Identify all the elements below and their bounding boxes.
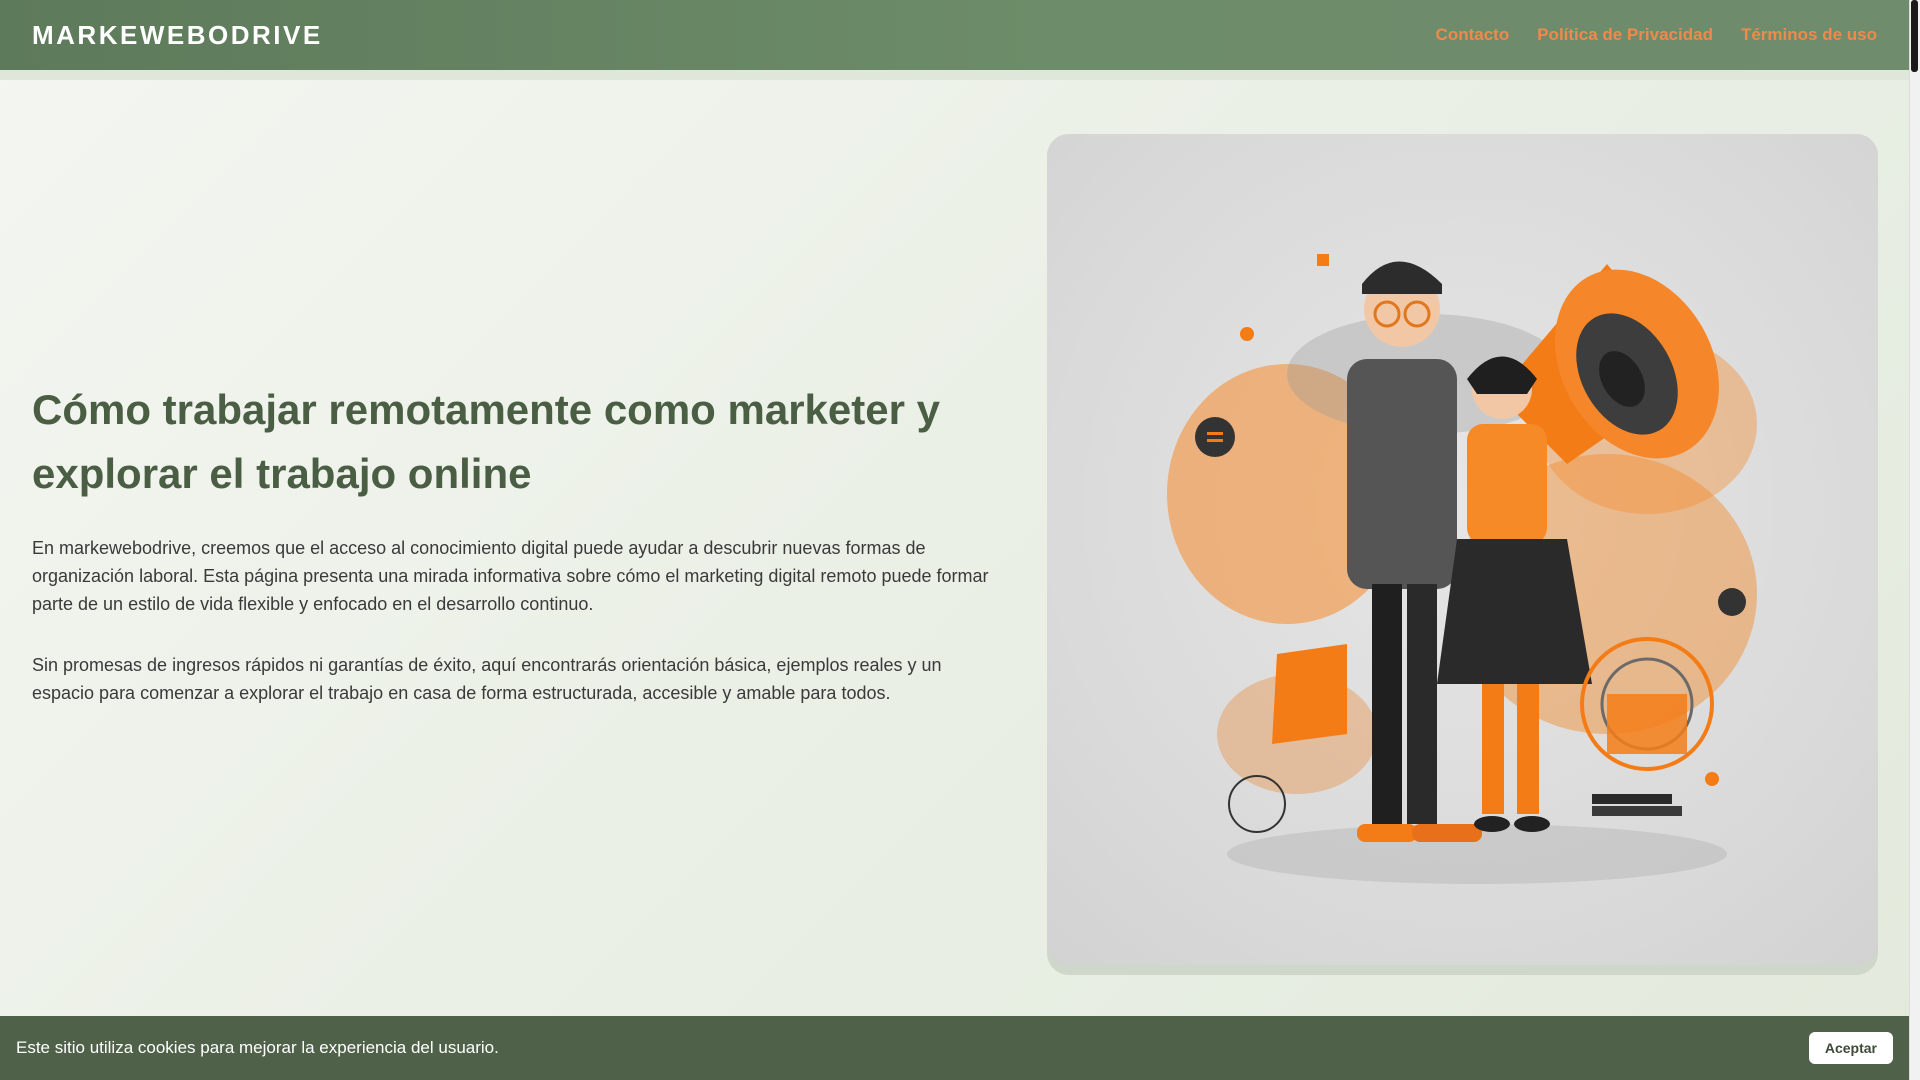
brand-logo-text[interactable]: MARKEWEBODRIVE bbox=[32, 20, 323, 51]
hero-paragraph-2: Sin promesas de ingresos rápidos ni gara… bbox=[32, 655, 942, 703]
header-divider bbox=[0, 70, 1909, 80]
page-scrollbar[interactable] bbox=[1909, 0, 1920, 1080]
hero-paragraph-1: En markewebodrive, creemos que el acceso… bbox=[32, 538, 989, 614]
hero-title: Cómo trabajar remotamente como marketer … bbox=[32, 386, 940, 497]
cookie-message: Este sitio utiliza cookies para mejorar … bbox=[16, 1038, 499, 1057]
main-nav: Contacto Política de Privacidad Términos… bbox=[1436, 25, 1877, 45]
hero-text: Cómo trabajar remotamente como marketer … bbox=[32, 378, 992, 707]
hero-illustration bbox=[1047, 134, 1878, 965]
hero-image-card bbox=[1047, 134, 1878, 975]
marketers-megaphone-illustration bbox=[1167, 254, 1757, 884]
nav-link-privacidad[interactable]: Política de Privacidad bbox=[1537, 25, 1713, 45]
page: MARKEWEBODRIVE Contacto Política de Priv… bbox=[0, 0, 1909, 1080]
nav-link-terminos[interactable]: Términos de uso bbox=[1741, 25, 1877, 45]
accept-cookies-button[interactable]: Aceptar bbox=[1808, 1032, 1893, 1064]
scrollbar-thumb[interactable] bbox=[1911, 0, 1918, 72]
cookie-banner: Este sitio utiliza cookies para mejorar … bbox=[0, 1016, 1909, 1080]
site-header: MARKEWEBODRIVE Contacto Política de Priv… bbox=[0, 0, 1909, 70]
nav-link-contacto[interactable]: Contacto bbox=[1436, 25, 1510, 45]
